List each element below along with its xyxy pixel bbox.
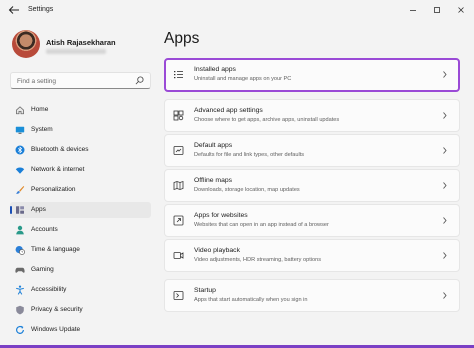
card-title: Advanced app settings	[194, 107, 263, 114]
sidebar-item-label: Accessibility	[31, 286, 67, 293]
card-description: Websites that can open in an app instead…	[194, 222, 329, 228]
map-icon	[173, 180, 184, 191]
minimize-icon[interactable]	[407, 4, 419, 16]
sidebar-item-system[interactable]: System	[10, 122, 151, 138]
shield-icon	[16, 305, 24, 315]
card-advanced-app-settings[interactable]: Advanced app settings Choose where to ge…	[164, 99, 460, 132]
card-title: Installed apps	[194, 66, 236, 73]
chevron-right-icon	[443, 71, 447, 78]
video-icon	[173, 252, 184, 259]
startup-icon	[173, 291, 184, 300]
search-input[interactable]	[17, 76, 135, 86]
sidebar-item-label: Home	[31, 106, 49, 113]
close-icon[interactable]	[455, 4, 467, 16]
default-apps-icon	[173, 146, 184, 155]
sidebar-item-label: Gaming	[31, 266, 54, 273]
sidebar-item-label: Network & internet	[31, 166, 85, 173]
chevron-right-icon	[443, 252, 447, 259]
apps-icon	[16, 206, 24, 214]
user-email-redacted	[46, 49, 106, 54]
sidebar-item-home[interactable]: Home	[10, 102, 151, 118]
window-title: Settings	[28, 6, 54, 13]
arrow-left-icon[interactable]	[8, 5, 20, 15]
sidebar-item-label: System	[31, 126, 53, 133]
sidebar-item-label: Time & language	[31, 246, 80, 253]
home-icon	[16, 106, 24, 115]
title-bar: Settings	[0, 0, 474, 20]
search-box[interactable]	[10, 72, 151, 89]
card-title: Offline maps	[194, 177, 233, 184]
settings-window: Settings Atish Rajasekharan Home	[0, 0, 474, 348]
card-title: Apps for websites	[194, 212, 248, 219]
chevron-right-icon	[443, 182, 447, 189]
card-video-playback[interactable]: Video playback Video adjustments, HDR st…	[164, 239, 460, 272]
sidebar-item-privacy-security[interactable]: Privacy & security	[10, 302, 151, 318]
list-icon	[174, 71, 183, 79]
accessibility-icon	[16, 285, 24, 295]
card-offline-maps[interactable]: Offline maps Downloads, storage location…	[164, 169, 460, 202]
open-in-app-icon	[173, 215, 184, 226]
card-title: Startup	[194, 287, 216, 294]
bluetooth-icon	[15, 145, 25, 155]
sidebar-item-time-language[interactable]: Time & language	[10, 242, 151, 258]
person-icon	[16, 225, 24, 235]
page-title: Apps	[164, 30, 200, 47]
chevron-right-icon	[443, 147, 447, 154]
chevron-right-icon	[443, 217, 447, 224]
sidebar-item-label: Personalization	[31, 186, 76, 193]
app-settings-icon	[173, 110, 184, 121]
card-description: Defaults for file and link types, other …	[194, 152, 305, 158]
gamepad-icon	[15, 267, 25, 273]
sidebar-item-apps[interactable]: Apps	[10, 202, 151, 218]
card-installed-apps[interactable]: Installed apps Uninstall and manage apps…	[164, 58, 460, 92]
sidebar-item-gaming[interactable]: Gaming	[10, 262, 151, 278]
sidebar-item-bluetooth-devices[interactable]: Bluetooth & devices	[10, 142, 151, 158]
sidebar-item-label: Privacy & security	[31, 306, 83, 313]
card-description: Uninstall and manage apps on your PC	[194, 76, 292, 82]
monitor-icon	[15, 126, 25, 134]
selection-indicator	[10, 206, 12, 214]
search-icon[interactable]	[135, 76, 144, 85]
sidebar-item-accounts[interactable]: Accounts	[10, 222, 151, 238]
wifi-icon	[15, 167, 25, 174]
card-description: Apps that start automatically when you s…	[194, 297, 308, 303]
maximize-icon[interactable]	[431, 4, 443, 16]
card-apps-for-websites[interactable]: Apps for websites Websites that can open…	[164, 204, 460, 237]
sidebar-item-network-internet[interactable]: Network & internet	[10, 162, 151, 178]
sidebar-item-label: Bluetooth & devices	[31, 146, 89, 153]
chevron-right-icon	[443, 112, 447, 119]
card-description: Choose where to get apps, archive apps, …	[194, 117, 340, 123]
sidebar-item-windows-update[interactable]: Windows Update	[10, 322, 151, 338]
paintbrush-icon	[16, 186, 25, 194]
sidebar-item-personalization[interactable]: Personalization	[10, 182, 151, 198]
avatar[interactable]	[12, 30, 40, 58]
card-description: Video adjustments, HDR streaming, batter…	[194, 257, 322, 263]
card-default-apps[interactable]: Default apps Defaults for file and link …	[164, 134, 460, 167]
card-title: Video playback	[194, 247, 240, 254]
refresh-icon	[16, 325, 24, 334]
user-name: Atish Rajasekharan	[46, 38, 116, 47]
sidebar-item-label: Accounts	[31, 226, 58, 233]
globe-clock-icon	[15, 246, 25, 255]
sidebar-item-accessibility[interactable]: Accessibility	[10, 282, 151, 298]
card-title: Default apps	[194, 142, 233, 149]
chevron-right-icon	[443, 292, 447, 299]
sidebar-item-label: Apps	[31, 206, 46, 213]
sidebar-item-label: Windows Update	[31, 326, 81, 333]
card-description: Downloads, storage location, map updates	[194, 187, 300, 193]
card-startup[interactable]: Startup Apps that start automatically wh…	[164, 279, 460, 312]
